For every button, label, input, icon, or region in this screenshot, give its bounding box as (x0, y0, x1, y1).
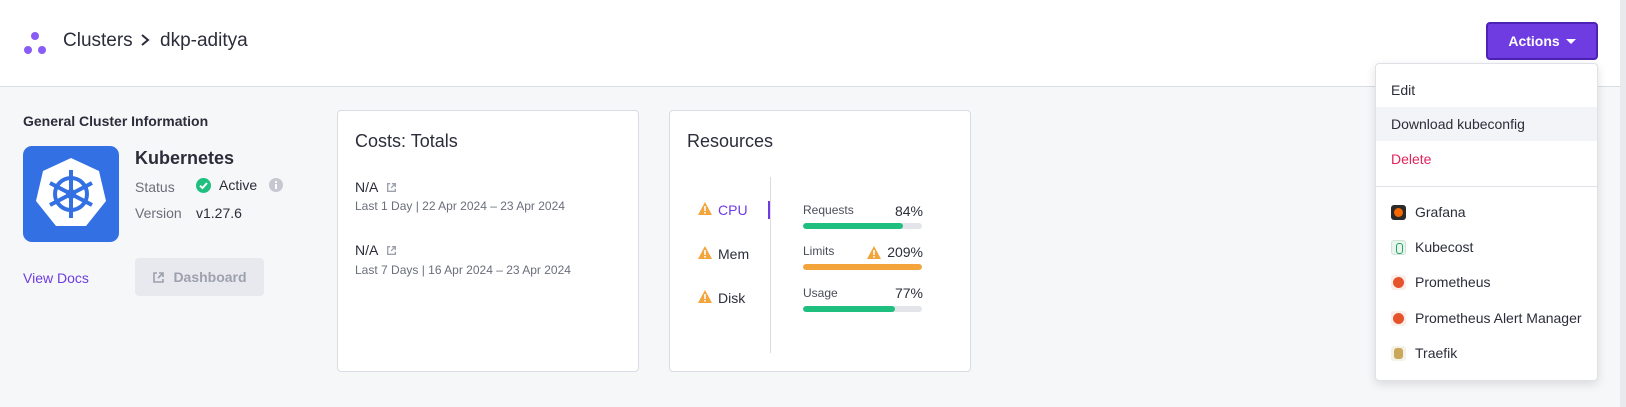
menu-item-delete[interactable]: Delete (1376, 142, 1597, 176)
menu-link-label: Prometheus Alert Manager (1415, 310, 1582, 326)
kubecost-icon (1391, 239, 1406, 255)
prometheus-icon (1391, 274, 1406, 290)
actions-label: Actions (1508, 33, 1560, 49)
info-icon[interactable] (269, 178, 284, 192)
page-scrollbar[interactable] (1620, 0, 1626, 407)
kubernetes-logo (23, 146, 119, 242)
cost-period: Last 7 Days | 16 Apr 2024 – 23 Apr 2024 (355, 263, 571, 277)
menu-item-download-kubeconfig[interactable]: Download kubeconfig (1376, 107, 1597, 141)
tab-label: CPU (718, 202, 748, 218)
cluster-provider-name: Kubernetes (135, 148, 235, 168)
menu-link-label: Kubecost (1415, 239, 1474, 255)
tab-label: Disk (718, 290, 746, 306)
tab-mem[interactable]: Mem (698, 246, 749, 262)
actions-menu: Edit Download kubeconfig Delete Grafana … (1375, 63, 1598, 381)
version-value: v1.27.6 (196, 205, 242, 221)
general-info-title: General Cluster Information (23, 113, 209, 129)
menu-link-kubecost[interactable]: Kubecost (1376, 230, 1597, 264)
warning-icon (867, 245, 882, 259)
warning-icon (698, 246, 712, 262)
usage-bar-fill (803, 306, 895, 312)
traefik-icon (1391, 345, 1406, 361)
metric-label: Usage (803, 286, 838, 300)
resources-card: Resources CPU Mem Disk Requests 84% Limi… (669, 110, 971, 372)
menu-link-label: Prometheus (1415, 274, 1491, 290)
metric-label: Requests (803, 203, 854, 217)
costs-card: Costs: Totals N/A Last 1 Day | 22 Apr 20… (337, 110, 639, 372)
check-circle-icon (196, 177, 211, 193)
warning-icon (698, 290, 712, 306)
cost-7-days[interactable]: N/A (355, 242, 397, 258)
breadcrumb-current: dkp-aditya (160, 30, 248, 51)
external-link-icon (153, 271, 165, 283)
requests-bar (803, 223, 922, 229)
metric-value-text: 209% (887, 244, 923, 260)
caret-down-icon (1565, 38, 1576, 44)
menu-divider (1376, 186, 1597, 187)
menu-link-label: Grafana (1415, 204, 1466, 220)
tab-disk[interactable]: Disk (698, 290, 745, 306)
cost-value: N/A (355, 242, 379, 258)
external-link-icon (387, 182, 397, 192)
kubernetes-icon (36, 158, 106, 226)
menu-link-label: Traefik (1415, 345, 1458, 361)
metric-value: 77% (895, 285, 923, 301)
menu-link-prometheus-alert-manager[interactable]: Prometheus Alert Manager (1376, 301, 1597, 335)
breadcrumb-clusters[interactable]: Clusters (63, 30, 133, 52)
cost-1-day[interactable]: N/A (355, 179, 397, 195)
tabs-divider (770, 177, 771, 353)
limits-bar-fill (803, 264, 922, 270)
costs-title: Costs: Totals (355, 131, 458, 151)
view-docs-link[interactable]: View Docs (23, 270, 89, 286)
usage-bar (803, 306, 922, 312)
status-badge: Active (196, 177, 284, 193)
cost-value: N/A (355, 179, 379, 195)
active-tab-indicator (768, 201, 770, 219)
alertmanager-icon (1391, 310, 1406, 326)
dashboard-button[interactable]: Dashboard (135, 258, 264, 296)
metric-value: 84% (895, 203, 923, 219)
metric-value-text: 77% (894, 285, 923, 301)
resources-title: Resources (687, 131, 774, 151)
cost-period: Last 1 Day | 22 Apr 2024 – 23 Apr 2024 (355, 199, 565, 213)
menu-link-prometheus[interactable]: Prometheus (1376, 265, 1597, 299)
status-label: Status (135, 179, 175, 195)
status-value: Active (219, 177, 258, 193)
limits-bar (803, 264, 922, 270)
metric-value: 209% (867, 244, 923, 260)
metric-label: Limits (803, 244, 835, 258)
requests-bar-fill (803, 223, 903, 229)
menu-link-grafana[interactable]: Grafana (1376, 195, 1597, 229)
tab-cpu[interactable]: CPU (698, 202, 748, 218)
tab-label: Mem (718, 246, 750, 262)
external-link-icon (387, 245, 397, 255)
version-label: Version (135, 205, 182, 221)
menu-link-traefik[interactable]: Traefik (1376, 336, 1597, 370)
warning-icon (698, 202, 712, 218)
metric-value-text: 84% (894, 203, 923, 219)
menu-item-edit[interactable]: Edit (1376, 73, 1597, 107)
chevron-right-icon (141, 34, 150, 46)
dashboard-label: Dashboard (173, 269, 247, 285)
grafana-icon (1391, 204, 1406, 220)
cluster-logo-icon (24, 32, 46, 54)
actions-button[interactable]: Actions (1486, 22, 1598, 60)
